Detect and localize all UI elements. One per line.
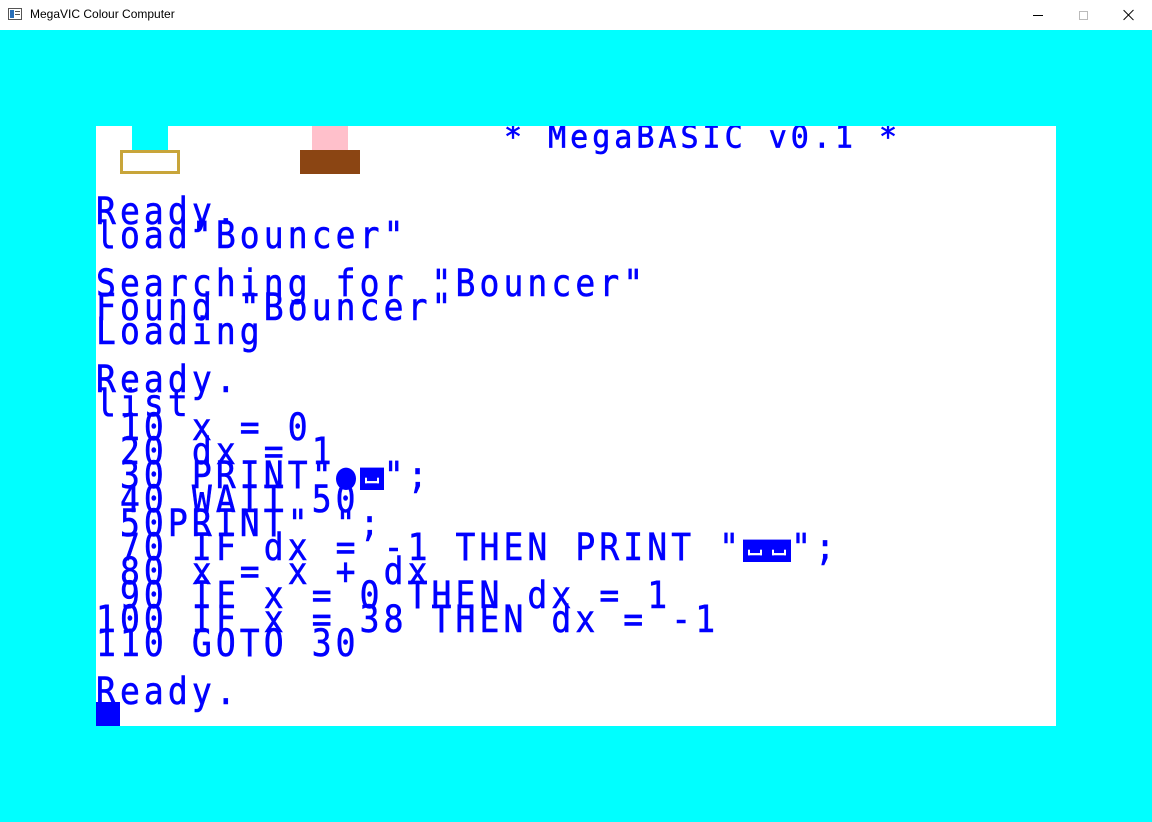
terminal-line-ready-3: Ready. (96, 669, 240, 713)
inverse-space-glyph-icon (743, 539, 768, 562)
close-icon (1123, 9, 1135, 21)
basic-banner: * MegaBASIC v0.1 * (504, 126, 902, 156)
minimize-icon (1033, 14, 1043, 16)
window-title: MegaVIC Colour Computer (30, 7, 175, 21)
program-line-110: 110 GOTO 30 (96, 621, 360, 665)
close-button[interactable] (1106, 0, 1152, 30)
emulator-border: * MegaBASIC v0.1 * Ready. load"Bouncer" … (0, 30, 1152, 822)
maximize-icon (1078, 10, 1088, 20)
program-line-70-suffix: "; (791, 525, 840, 569)
sprite-gold-frame (120, 150, 180, 174)
terminal-line-load: load"Bouncer" (96, 213, 408, 257)
inverse-space-glyph-icon (359, 467, 384, 490)
text-cursor[interactable] (96, 702, 120, 726)
sprite-pink-block (312, 126, 348, 150)
inverse-space-glyph-icon (767, 539, 792, 562)
minimize-button[interactable] (1015, 0, 1061, 30)
sprite-brown-block (300, 150, 360, 174)
program-line-30-suffix: "; (383, 453, 432, 497)
maximize-button[interactable] (1060, 0, 1106, 30)
emulator-screen[interactable]: * MegaBASIC v0.1 * Ready. load"Bouncer" … (96, 126, 1056, 726)
sprite-cyan-block (132, 126, 168, 150)
app-icon (8, 8, 22, 20)
terminal-line-loading: Loading (96, 309, 264, 353)
title-bar[interactable]: MegaVIC Colour Computer (0, 0, 1152, 30)
